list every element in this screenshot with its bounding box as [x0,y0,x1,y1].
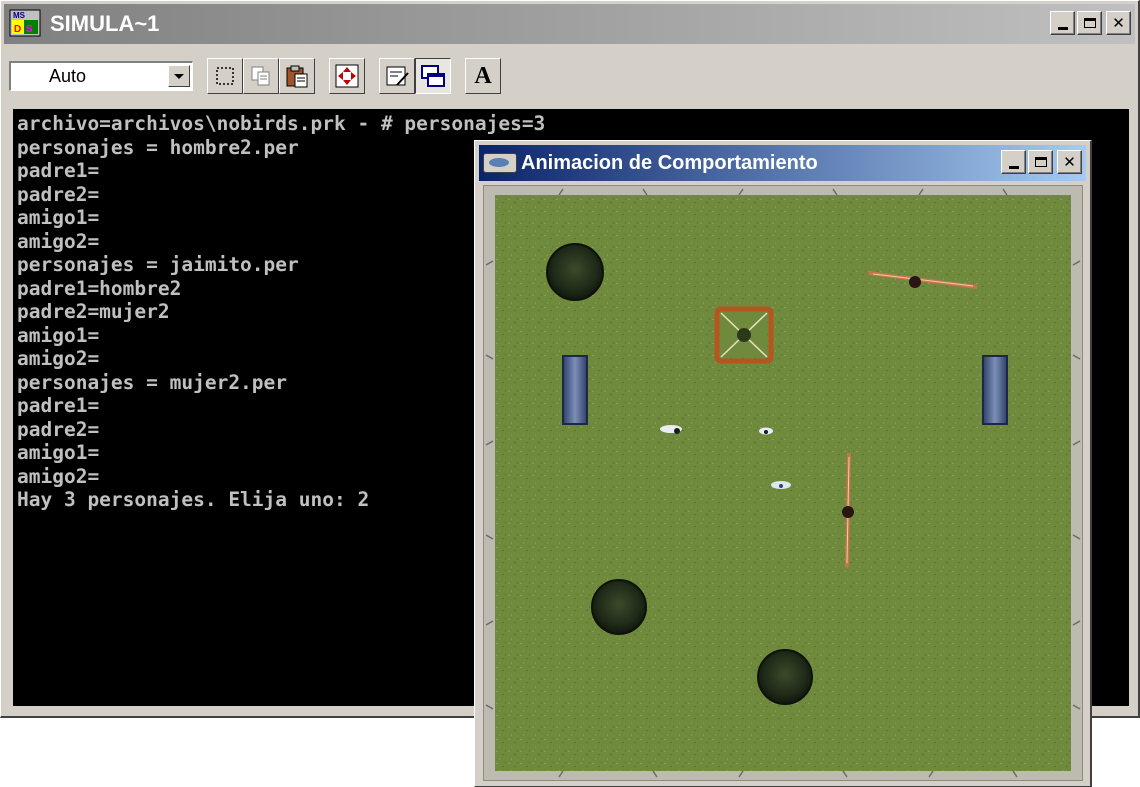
background-icon [421,65,445,87]
console-toolbar: Auto A [9,53,501,99]
console-line: amigo2= [17,464,100,488]
close-icon: ✕ [1063,152,1076,171]
tree-3[interactable] [757,649,813,705]
character-3[interactable] [771,481,791,489]
console-close-button[interactable]: ✕ [1106,11,1131,35]
console-line: padre2= [17,182,100,206]
paste-button[interactable] [279,58,315,94]
paste-icon [286,65,308,88]
fullscreen-icon [335,64,359,88]
svg-text:D: D [14,24,21,35]
console-line: amigo1= [17,206,100,229]
character-2[interactable] [759,427,773,435]
chevron-down-icon[interactable] [168,65,190,87]
animation-title: Animacion de Comportamiento [521,151,818,174]
mark-button[interactable] [207,58,243,94]
animation-window: Animacion de Comportamiento ✕ [474,140,1092,787]
console-line: personajes = hombre2.per [17,135,299,159]
console-line: padre1=hombre2 [17,276,182,300]
tree-1[interactable] [546,243,604,301]
fullscreen-button[interactable] [329,58,365,94]
maximize-icon [1083,18,1096,28]
animation-canvas[interactable] [483,185,1083,781]
console-line: amigo1= [17,441,100,464]
animation-maximize-button[interactable] [1028,150,1053,174]
copy-button[interactable] [243,58,279,94]
animation-title-bar[interactable]: Animacion de Comportamiento ✕ [479,145,1086,181]
font-button[interactable]: A [465,58,501,94]
animation-close-button[interactable]: ✕ [1057,150,1082,174]
close-icon: ✕ [1112,13,1125,32]
minimize-icon [1008,165,1019,169]
console-line: padre2= [17,417,100,441]
copy-icon [251,66,270,86]
maximize-icon [1034,157,1047,167]
console-line: archivo=archivos\nobirds.prk - # persona… [17,112,546,135]
water-trough-right[interactable] [982,355,1008,425]
app-icon[interactable] [483,153,517,173]
console-line: personajes = mujer2.per [17,370,288,394]
console-line: padre1= [17,394,100,417]
properties-button[interactable] [379,58,415,94]
font-icon: A [474,62,492,89]
console-line: amigo2= [17,229,100,253]
mark-icon [216,67,234,85]
tree-2[interactable] [591,579,647,635]
console-line: amigo1= [17,323,100,347]
background-button[interactable] [415,58,451,94]
console-maximize-button[interactable] [1077,11,1102,35]
font-size-select[interactable]: Auto [9,61,193,91]
console-line: personajes = jaimito.per [17,253,299,276]
console-title: SIMULA~1 [50,11,160,36]
msdos-app-icon[interactable]: MS D S [8,8,44,40]
water-trough-left[interactable] [562,355,588,425]
console-line: padre2=mujer2 [17,300,170,323]
svg-text:S: S [26,24,33,35]
properties-icon [386,66,409,86]
sandbox[interactable] [714,306,774,364]
minimize-icon [1057,26,1068,30]
console-line: padre1= [17,159,100,182]
font-size-value: Auto [49,66,87,86]
console-line: Hay 3 personajes. Elija uno: 2 [17,488,370,511]
svg-text:MS: MS [13,11,26,20]
animation-minimize-button[interactable] [1001,150,1026,174]
console-line: amigo2= [17,347,100,370]
console-title-bar[interactable]: MS D S SIMULA~1 ✕ [4,4,1135,44]
console-minimize-button[interactable] [1050,11,1075,35]
